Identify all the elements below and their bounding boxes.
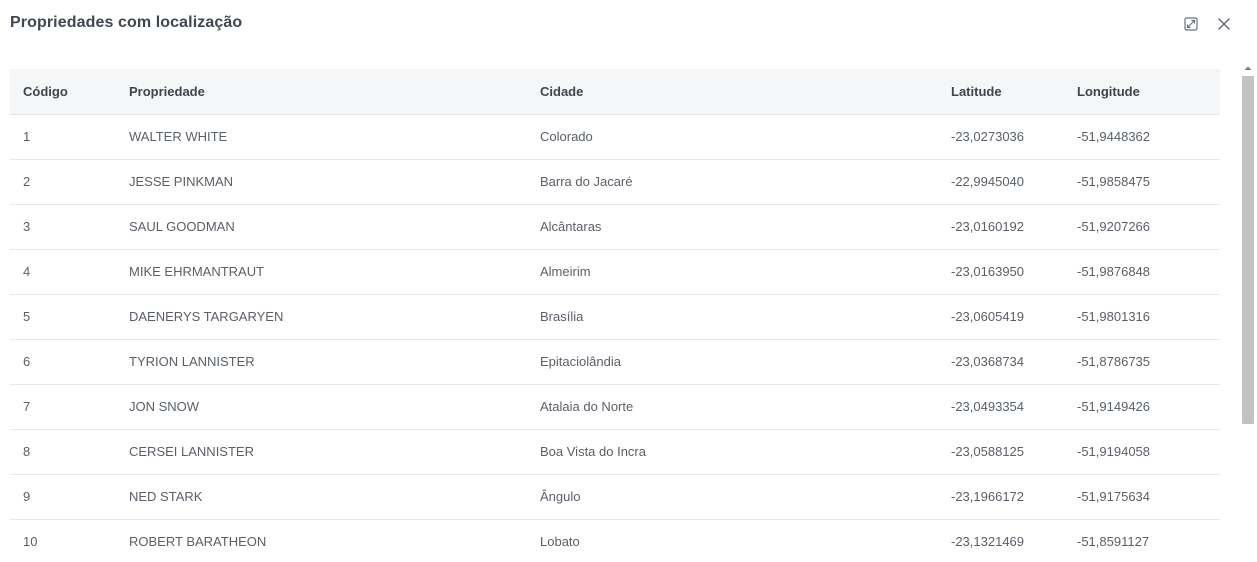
properties-table: Código Propriedade Cidade Latitude Longi… <box>10 69 1220 562</box>
cell-latitude: -23,1321469 <box>938 519 1064 562</box>
properties-dialog: Propriedades com localização Código Prop… <box>0 0 1257 562</box>
cell-latitude: -23,0493354 <box>938 384 1064 430</box>
cell-latitude: -23,0163950 <box>938 249 1064 295</box>
cell-latitude: -23,0368734 <box>938 339 1064 385</box>
cell-propriedade: NED STARK <box>116 474 527 520</box>
cell-longitude: -51,9801316 <box>1064 294 1220 340</box>
cell-codigo: 9 <box>10 474 116 520</box>
cell-cidade: Brasília <box>527 294 938 340</box>
cell-latitude: -22,9945040 <box>938 159 1064 205</box>
cell-propriedade: JON SNOW <box>116 384 527 430</box>
cell-codigo: 7 <box>10 384 116 430</box>
cell-longitude: -51,9858475 <box>1064 159 1220 205</box>
cell-longitude: -51,9194058 <box>1064 429 1220 475</box>
column-header-longitude[interactable]: Longitude <box>1064 69 1220 115</box>
vertical-scrollbar[interactable] <box>1239 60 1257 562</box>
cell-latitude: -23,0588125 <box>938 429 1064 475</box>
cell-codigo: 6 <box>10 339 116 385</box>
cell-longitude: -51,9876848 <box>1064 249 1220 295</box>
column-header-propriedade[interactable]: Propriedade <box>116 69 527 115</box>
close-button[interactable] <box>1215 17 1233 35</box>
table-row[interactable]: 6 TYRION LANNISTER Epitaciolândia -23,03… <box>10 339 1220 385</box>
cell-propriedade: SAUL GOODMAN <box>116 204 527 250</box>
cell-propriedade: TYRION LANNISTER <box>116 339 527 385</box>
cell-cidade: Alcântaras <box>527 204 938 250</box>
dialog-header: Propriedades com localização <box>0 0 1257 52</box>
cell-propriedade: WALTER WHITE <box>116 114 527 160</box>
cell-cidade: Barra do Jacaré <box>527 159 938 205</box>
cell-cidade: Atalaia do Norte <box>527 384 938 430</box>
cell-cidade: Epitaciolândia <box>527 339 938 385</box>
properties-table-container: Código Propriedade Cidade Latitude Longi… <box>10 69 1220 562</box>
cell-longitude: -51,9175634 <box>1064 474 1220 520</box>
column-header-codigo[interactable]: Código <box>10 69 116 115</box>
cell-longitude: -51,8591127 <box>1064 519 1220 562</box>
scrollbar-thumb[interactable] <box>1242 76 1254 424</box>
cell-codigo: 4 <box>10 249 116 295</box>
cell-codigo: 8 <box>10 429 116 475</box>
cell-codigo: 5 <box>10 294 116 340</box>
cell-codigo: 1 <box>10 114 116 160</box>
table-row[interactable]: 2 JESSE PINKMAN Barra do Jacaré -22,9945… <box>10 159 1220 205</box>
table-row[interactable]: 7 JON SNOW Atalaia do Norte -23,0493354 … <box>10 384 1220 430</box>
cell-latitude: -23,1966172 <box>938 474 1064 520</box>
table-row[interactable]: 5 DAENERYS TARGARYEN Brasília -23,060541… <box>10 294 1220 340</box>
cell-longitude: -51,9149426 <box>1064 384 1220 430</box>
cell-latitude: -23,0160192 <box>938 204 1064 250</box>
table-row[interactable]: 4 MIKE EHRMANTRAUT Almeirim -23,0163950 … <box>10 249 1220 295</box>
expand-icon <box>1184 16 1198 36</box>
table-row[interactable]: 1 WALTER WHITE Colorado -23,0273036 -51,… <box>10 114 1220 160</box>
table-row[interactable]: 10 ROBERT BARATHEON Lobato -23,1321469 -… <box>10 519 1220 562</box>
cell-latitude: -23,0605419 <box>938 294 1064 340</box>
cell-latitude: -23,0273036 <box>938 114 1064 160</box>
cell-propriedade: DAENERYS TARGARYEN <box>116 294 527 340</box>
cell-longitude: -51,9207266 <box>1064 204 1220 250</box>
table-header-row: Código Propriedade Cidade Latitude Longi… <box>10 69 1220 115</box>
cell-cidade: Colorado <box>527 114 938 160</box>
chevron-up-icon <box>1244 58 1252 76</box>
cell-codigo: 3 <box>10 204 116 250</box>
column-header-cidade[interactable]: Cidade <box>527 69 938 115</box>
cell-codigo: 10 <box>10 519 116 562</box>
cell-propriedade: JESSE PINKMAN <box>116 159 527 205</box>
cell-cidade: Almeirim <box>527 249 938 295</box>
cell-longitude: -51,9448362 <box>1064 114 1220 160</box>
cell-longitude: -51,8786735 <box>1064 339 1220 385</box>
cell-codigo: 2 <box>10 159 116 205</box>
cell-cidade: Boa Vista do Incra <box>527 429 938 475</box>
cell-propriedade: MIKE EHRMANTRAUT <box>116 249 527 295</box>
close-icon <box>1218 17 1230 35</box>
dialog-title: Propriedades com localização <box>10 14 243 31</box>
cell-propriedade: CERSEI LANNISTER <box>116 429 527 475</box>
table-row[interactable]: 8 CERSEI LANNISTER Boa Vista do Incra -2… <box>10 429 1220 475</box>
column-header-latitude[interactable]: Latitude <box>938 69 1064 115</box>
cell-cidade: Lobato <box>527 519 938 562</box>
cell-propriedade: ROBERT BARATHEON <box>116 519 527 562</box>
table-row[interactable]: 3 SAUL GOODMAN Alcântaras -23,0160192 -5… <box>10 204 1220 250</box>
scroll-up-button[interactable] <box>1239 60 1257 74</box>
expand-button[interactable] <box>1182 16 1200 36</box>
cell-cidade: Ângulo <box>527 474 938 520</box>
table-row[interactable]: 9 NED STARK Ângulo -23,1966172 -51,91756… <box>10 474 1220 520</box>
